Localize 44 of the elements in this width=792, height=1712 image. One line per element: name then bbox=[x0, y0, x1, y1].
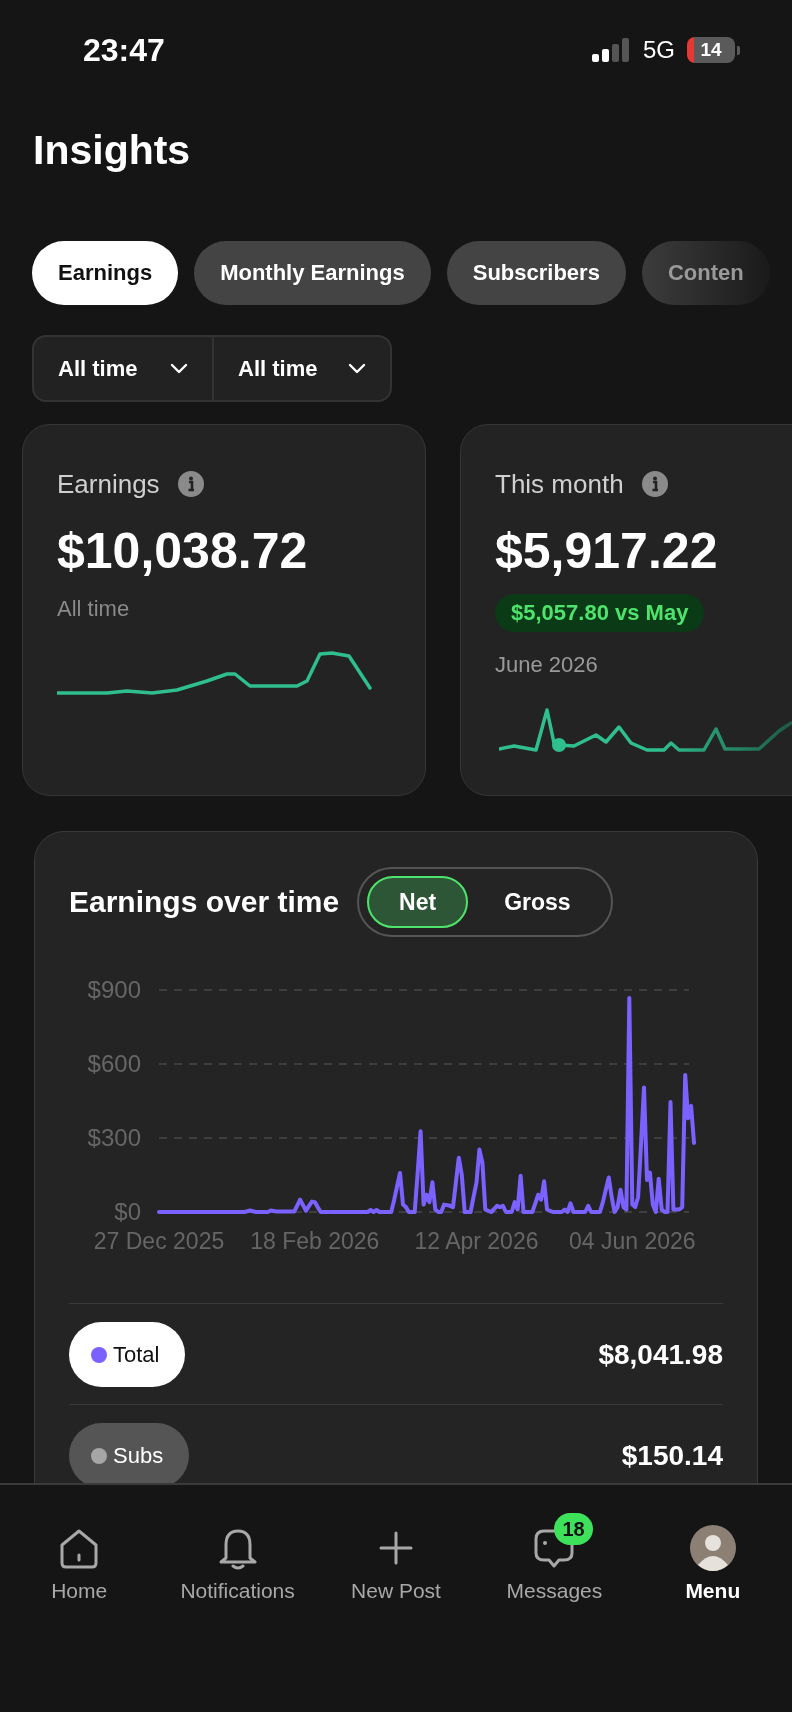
y-axis-label: $300 bbox=[87, 1124, 141, 1151]
x-axis-label: 27 Dec 2025 bbox=[93, 1228, 225, 1254]
tab[interactable]: Monthly Earnings bbox=[194, 241, 431, 305]
card-label: Earnings bbox=[57, 470, 160, 498]
change-badge: $5,057.80 vs May bbox=[495, 594, 705, 632]
tab[interactable]: Earnings bbox=[32, 241, 179, 305]
info-icon bbox=[641, 471, 668, 497]
x-axis-label: 18 Feb 2026 bbox=[250, 1228, 380, 1254]
toggle-option[interactable]: Gross bbox=[472, 876, 603, 928]
info-icon bbox=[177, 471, 204, 497]
nav-item[interactable]: New Post bbox=[351, 1513, 441, 1603]
tab[interactable]: Subscribers bbox=[446, 241, 626, 305]
card-subtitle: June 2026 bbox=[495, 652, 598, 678]
x-axis-label: 12 Apr 2026 bbox=[414, 1228, 539, 1254]
net-gross-toggle[interactable]: Net Gross bbox=[357, 867, 613, 937]
network-label: 5G bbox=[643, 36, 675, 64]
signal-icon bbox=[591, 38, 631, 62]
y-axis-label: $900 bbox=[87, 976, 141, 1003]
time-range-dropdown[interactable]: All time bbox=[212, 337, 390, 400]
tab[interactable]: Conten bbox=[641, 241, 770, 305]
chevron-down-icon bbox=[348, 362, 366, 375]
x-axis-label: 04 Jun 2026 bbox=[568, 1228, 696, 1254]
avatar-icon bbox=[689, 1525, 736, 1571]
card-subtitle: All time bbox=[57, 596, 130, 622]
status-time: 23:47 bbox=[83, 31, 165, 69]
time-range-dropdown[interactable]: All time bbox=[34, 337, 212, 400]
y-axis-label: $0 bbox=[114, 1198, 141, 1225]
nav-item[interactable]: Messages 18 bbox=[506, 1513, 603, 1603]
legend-chip[interactable]: Total bbox=[69, 1322, 186, 1387]
nav-item[interactable]: Home bbox=[51, 1513, 108, 1603]
legend-chip[interactable]: Subs bbox=[69, 1423, 190, 1483]
stat-value: $5,917.22 bbox=[495, 525, 718, 577]
card-label: This month bbox=[495, 470, 624, 498]
chart-title: Earnings over time bbox=[69, 885, 340, 919]
page-title: Insights bbox=[33, 127, 192, 173]
stat-value: $10,038.72 bbox=[57, 525, 308, 577]
nav-item[interactable]: Notifications bbox=[180, 1513, 295, 1603]
toggle-option[interactable]: Net bbox=[367, 876, 469, 928]
chevron-down-icon bbox=[170, 362, 188, 375]
legend-value: $150.14 bbox=[621, 1439, 723, 1472]
nav-item[interactable]: Menu bbox=[685, 1513, 741, 1603]
y-axis-label: $600 bbox=[87, 1050, 141, 1077]
legend-value: $8,041.98 bbox=[598, 1338, 723, 1371]
message-count-badge: 18 bbox=[554, 1513, 593, 1545]
